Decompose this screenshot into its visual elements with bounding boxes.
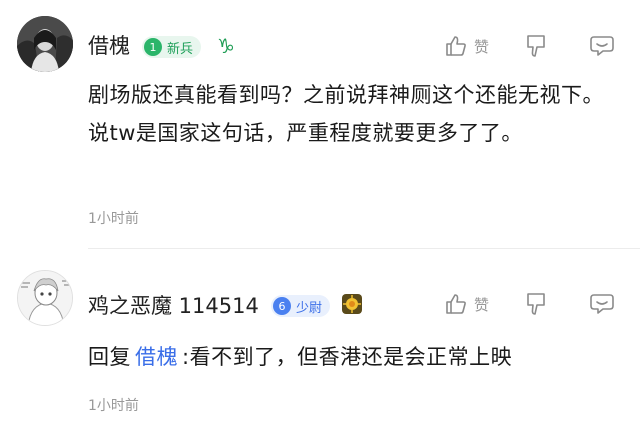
comment-icon — [590, 294, 614, 314]
comment-actions: 赞 — [444, 32, 622, 60]
reply-prefix: 回复 — [88, 345, 131, 369]
comment-item: 借槐 1 新兵 ♑ 赞 剧场版还真能看到吗？之前说拜神厕这个还能无视下。说tw是… — [0, 0, 640, 249]
timestamp: 1小时前 — [88, 398, 139, 414]
comment-icon — [590, 36, 614, 56]
comment-item: 鸡之恶魔 114514 6 少尉 赞 回复 借槐:看不到了，但香港还是会正常上… — [0, 258, 640, 436]
reply-button[interactable] — [589, 32, 615, 60]
thumbs-down-icon — [527, 293, 545, 315]
comment-text: 回复 借槐:看不到了，但香港还是会正常上映 — [88, 338, 623, 376]
capricorn-icon: ♑ — [217, 34, 235, 58]
level-label: 少尉 — [296, 300, 323, 316]
reply-body: :看不到了，但香港还是会正常上映 — [182, 345, 513, 369]
like-button[interactable]: 赞 — [444, 32, 489, 60]
avatar[interactable] — [17, 16, 73, 72]
reply-button[interactable] — [589, 290, 615, 318]
divider — [88, 248, 640, 249]
level-label: 新兵 — [167, 41, 194, 57]
comment-text: 剧场版还真能看到吗？之前说拜神厕这个还能无视下。说tw是国家这句话，严重程度就要… — [88, 83, 604, 145]
level-number: 1 — [144, 38, 162, 56]
username[interactable]: 鸡之恶魔 114514 — [88, 290, 259, 320]
like-label: 赞 — [474, 37, 490, 56]
thumbs-up-icon — [446, 294, 466, 314]
level-badge: 1 新兵 — [142, 36, 202, 58]
mention-link[interactable]: 借槐 — [135, 345, 178, 369]
like-button[interactable]: 赞 — [444, 290, 489, 318]
thumbs-up-icon — [446, 36, 466, 56]
avatar[interactable] — [17, 270, 73, 326]
timestamp: 1小时前 — [88, 211, 139, 227]
medal-icon — [341, 293, 363, 315]
username[interactable]: 借槐 — [88, 30, 130, 60]
dislike-button[interactable] — [524, 32, 548, 60]
thumbs-down-icon — [527, 35, 545, 57]
like-label: 赞 — [474, 295, 490, 314]
dislike-button[interactable] — [524, 290, 548, 318]
level-badge: 6 少尉 — [271, 295, 331, 317]
comment-actions: 赞 — [444, 290, 622, 318]
level-number: 6 — [273, 297, 291, 315]
